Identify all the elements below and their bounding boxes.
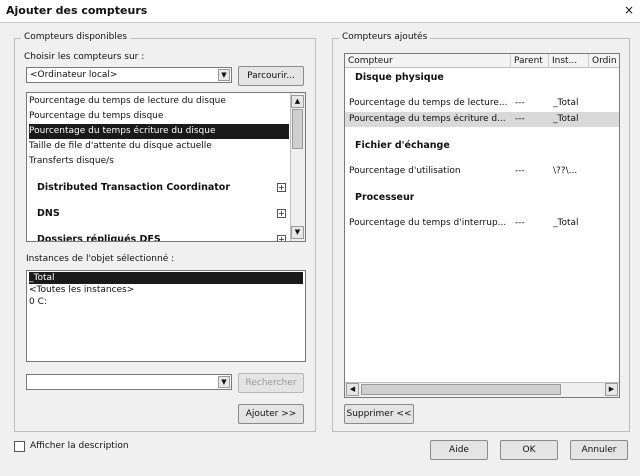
cell-instance: _Total (553, 114, 579, 124)
counter-category-item[interactable]: DNS (37, 206, 265, 221)
column-header-parent[interactable]: Parent (511, 54, 549, 68)
cell-counter: Pourcentage du temps d'interrup... (349, 218, 507, 228)
cell-instance: \??\... (553, 166, 578, 176)
table-row[interactable]: Pourcentage du temps écriture d... --- _To… (345, 112, 619, 127)
add-button[interactable]: Ajouter >> (238, 404, 304, 424)
counter-group-header[interactable]: Fichier d'échange (355, 140, 450, 151)
instance-list-item[interactable]: 0 C: (29, 296, 303, 308)
choose-counters-label: Choisir les compteurs sur : (24, 52, 145, 62)
counter-list-item[interactable]: Pourcentage du temps écriture du disque (29, 124, 289, 139)
computer-select[interactable]: <Ordinateur local> ▼ (26, 67, 232, 83)
column-header-counter[interactable]: Compteur (345, 54, 511, 68)
search-combo[interactable]: ▼ (26, 374, 232, 390)
scroll-left-icon[interactable]: ◀ (346, 383, 359, 396)
counter-category-item[interactable]: Distributed Transaction Coordinator (37, 180, 265, 195)
expand-plus-icon[interactable]: + (277, 209, 286, 218)
table-row[interactable]: Pourcentage du temps d'interrup... --- _To… (345, 216, 619, 231)
search-button[interactable]: Rechercher (238, 373, 304, 393)
cell-parent: --- (515, 218, 525, 228)
counters-list[interactable]: Pourcentage du temps de lecture du disqu… (26, 92, 306, 242)
counters-scrollbar[interactable]: ▲ ▼ (290, 93, 305, 241)
table-row[interactable]: Pourcentage d'utilisation --- \??\... (345, 164, 619, 179)
window-title: Ajouter des compteurs (6, 4, 148, 17)
expand-plus-icon[interactable]: + (277, 235, 286, 241)
counter-list-item[interactable]: Taille de file d'attente du disque actue… (29, 139, 289, 154)
scroll-right-icon[interactable]: ▶ (605, 383, 618, 396)
expand-plus-icon[interactable]: + (277, 183, 286, 192)
counter-list-item[interactable]: Transferts disque/s (29, 154, 289, 169)
counter-category-item[interactable]: Dossiers répliqués DFS (37, 232, 265, 241)
cell-counter: Pourcentage du temps écriture d... (349, 114, 506, 124)
computer-select-value: <Ordinateur local> (30, 70, 118, 80)
counter-group-header[interactable]: Disque physique (355, 72, 444, 83)
column-header-instance[interactable]: Inst... (549, 54, 589, 68)
horizontal-scrollbar[interactable]: ◀ ▶ (345, 382, 619, 397)
cell-counter: Pourcentage d'utilisation (349, 166, 461, 176)
instances-list[interactable]: _Total <Toutes les instances> 0 C: (26, 270, 306, 362)
close-icon[interactable]: × (624, 3, 634, 17)
show-description-label: Afficher la description (30, 441, 129, 451)
instance-list-item[interactable]: <Toutes les instances> (29, 284, 303, 296)
cell-counter: Pourcentage du temps de lecture... (349, 98, 508, 108)
instance-list-item[interactable]: _Total (29, 272, 303, 284)
added-counters-legend: Compteurs ajoutés (339, 32, 431, 42)
counter-list-item[interactable]: Pourcentage du temps disque (29, 109, 289, 124)
chevron-down-icon[interactable]: ▼ (218, 376, 230, 388)
counter-list-item[interactable]: Pourcentage du temps de lecture du disqu… (29, 94, 289, 109)
scroll-up-icon[interactable]: ▲ (291, 95, 304, 108)
instances-label: Instances de l'objet sélectionné : (26, 254, 175, 264)
remove-button[interactable]: Supprimer << (344, 404, 414, 424)
horizontal-scroll-thumb[interactable] (361, 384, 561, 395)
cancel-button[interactable]: Annuler (570, 440, 628, 460)
column-header-computer[interactable]: Ordin (589, 54, 619, 68)
show-description-checkbox[interactable] (14, 441, 25, 452)
table-row[interactable]: Pourcentage du temps de lecture... --- _To… (345, 96, 619, 111)
cell-instance: _Total (553, 218, 579, 228)
chevron-down-icon[interactable]: ▼ (218, 69, 230, 81)
scroll-thumb[interactable] (292, 109, 303, 149)
counter-group-header[interactable]: Processeur (355, 192, 414, 203)
cell-parent: --- (515, 166, 525, 176)
available-counters-legend: Compteurs disponibles (21, 32, 131, 42)
cell-instance: _Total (553, 98, 579, 108)
cell-parent: --- (515, 114, 525, 124)
title-bar: Ajouter des compteurs × (0, 0, 640, 23)
added-counters-table[interactable]: Compteur Parent Inst... Ordin Disque phy… (344, 53, 620, 398)
scroll-down-icon[interactable]: ▼ (291, 226, 304, 239)
ok-button[interactable]: OK (500, 440, 558, 460)
help-button[interactable]: Aide (430, 440, 488, 460)
cell-parent: --- (515, 98, 525, 108)
browse-button[interactable]: Parcourir... (238, 66, 304, 86)
